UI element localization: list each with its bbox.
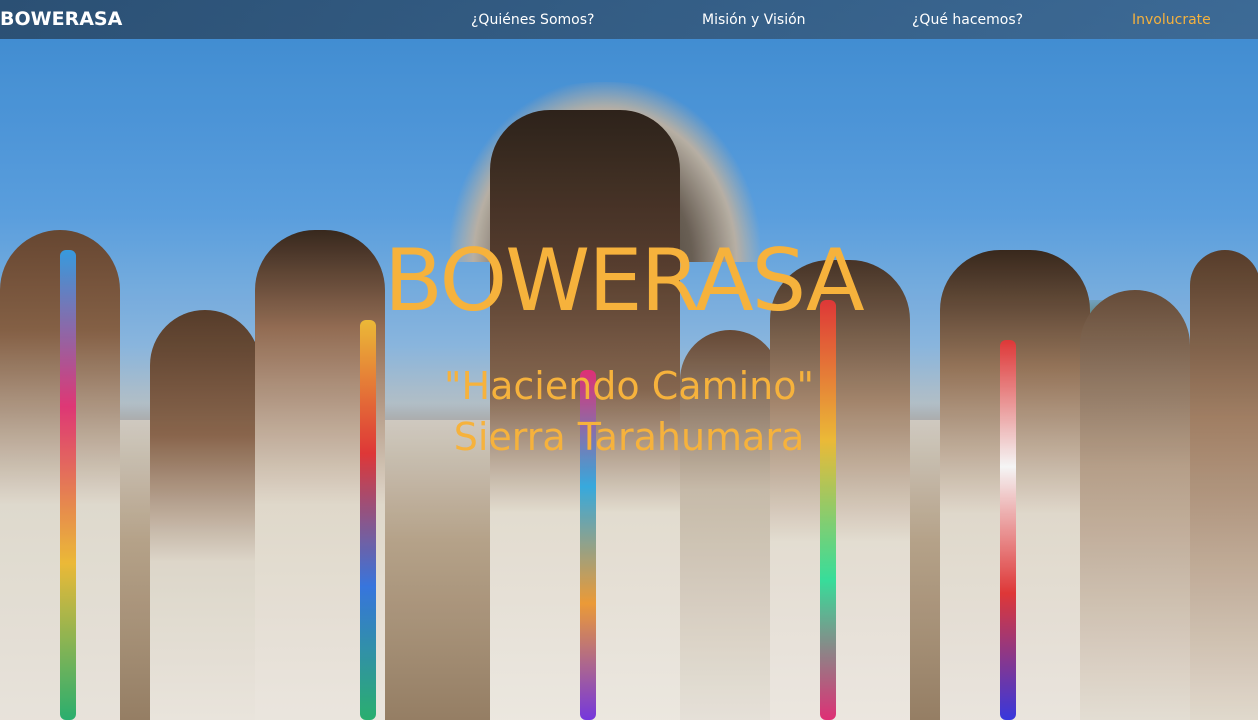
nav-item-que-hacemos[interactable]: ¿Qué hacemos? (912, 11, 1023, 29)
top-nav: BOWERASA ¿Quiénes Somos? Misión y Visión… (0, 0, 1258, 39)
nav-item-involucrate[interactable]: Involucrate (1132, 11, 1211, 29)
hero-shade (0, 0, 1258, 720)
nav-item-quienes-somos[interactable]: ¿Quiénes Somos? (471, 11, 594, 29)
hero-tagline-line2: Sierra Tarahumara (453, 415, 805, 459)
hero-background-photo: BOWERASA "Haciendo Camino" Sierra Tarahu… (0, 0, 1258, 720)
site-logo[interactable]: BOWERASA (0, 8, 122, 30)
nav-item-mision-vision[interactable]: Misión y Visión (702, 11, 806, 29)
hero-tagline-line1: "Haciendo Camino" (444, 364, 814, 408)
hero-logo: BOWERASA (384, 231, 865, 331)
